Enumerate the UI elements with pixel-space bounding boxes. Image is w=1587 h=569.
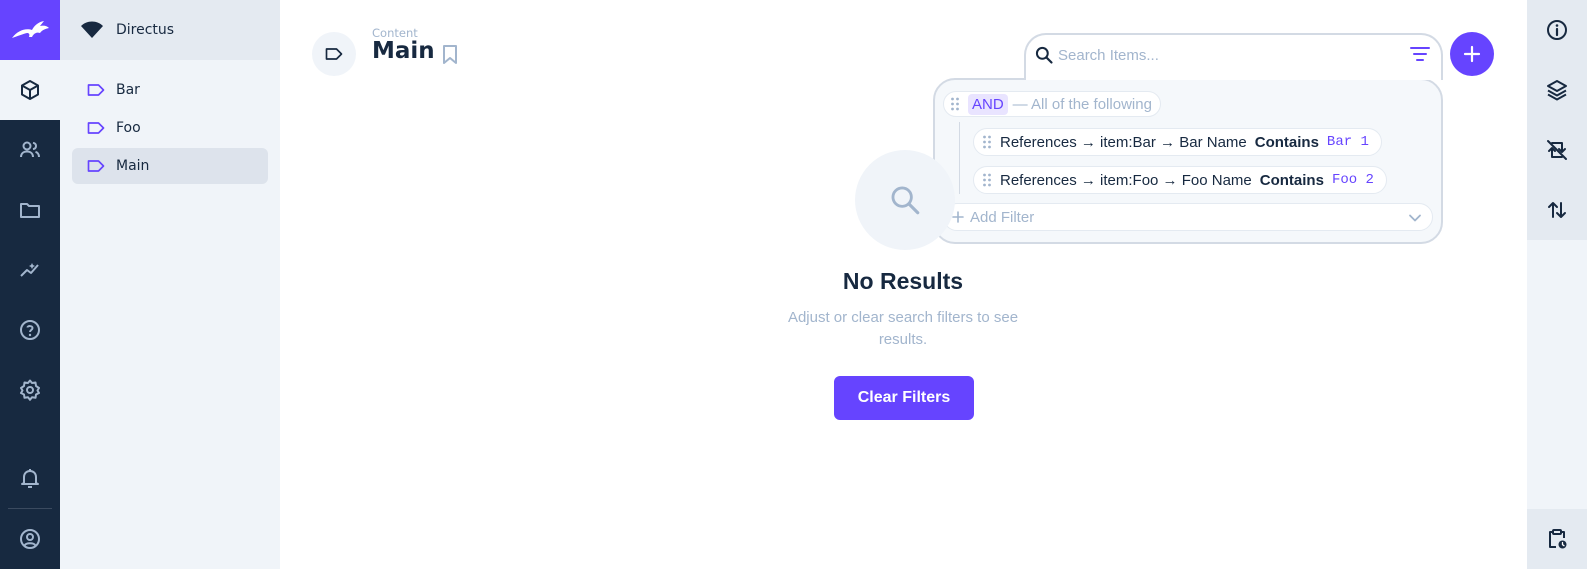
search-input[interactable] [1058,43,1388,67]
filter-rule[interactable]: References → item:Foo → Foo Name Contain… [973,166,1387,194]
nav-item-label: Main [116,158,150,174]
no-results-icon-circle [855,150,955,250]
activity-button[interactable] [1527,509,1587,569]
sync-disabled-button[interactable] [1527,120,1587,180]
filter-rule[interactable]: References → item:Bar → Bar Name Contain… [973,128,1382,156]
user-menu-button[interactable] [0,509,60,569]
info-icon [1547,20,1567,40]
filter-tree-line [959,122,960,194]
collection-icon-button[interactable] [312,32,356,76]
wifi-icon [81,21,103,38]
right-sidebar [1527,0,1587,569]
rabbit-logo-icon [12,21,49,38]
filter-icon [1410,47,1430,61]
label-icon [87,122,105,134]
insights-module-button[interactable] [0,240,60,300]
project-info[interactable]: Directus [60,0,280,60]
nav-item-label: Bar [116,82,140,98]
filter-rule-field[interactable]: References → item:Bar → Bar Name [1000,134,1247,151]
nav-item-bar[interactable]: Bar [72,72,268,108]
filter-rule-field[interactable]: References → item:Foo → Foo Name [1000,172,1252,189]
filter-group-label: — All of the following [1012,95,1152,113]
folder-icon [20,203,40,218]
nav-item-label: Foo [116,120,141,136]
filter-rule-value[interactable]: Foo 2 [1332,172,1374,188]
settings-icon [20,379,40,401]
plus-icon [952,211,964,223]
filter-toggle-button[interactable] [1410,46,1430,62]
label-icon [87,160,105,172]
page-title: Main [372,38,435,64]
help-icon [20,320,40,340]
content-icon [21,80,39,100]
clear-filters-button[interactable]: Clear Filters [834,376,974,420]
notifications-button[interactable] [0,448,60,508]
users-icon [20,141,40,158]
filter-rule-operator[interactable]: Contains [1255,134,1319,151]
label-icon [325,48,343,60]
drag-handle-icon[interactable] [982,135,992,149]
project-name: Directus [116,22,175,38]
nav-item-main[interactable]: Main [72,148,268,184]
files-module-button[interactable] [0,180,60,240]
chevron-down-icon [1409,214,1421,222]
insights-icon [20,263,39,277]
settings-module-button[interactable] [0,360,60,420]
users-module-button[interactable] [0,120,60,180]
empty-state-title: No Results [842,268,964,294]
directus-logo[interactable] [0,0,60,60]
filter-rule-operator[interactable]: Contains [1260,172,1324,189]
content-module-button[interactable] [0,60,60,120]
user-icon [20,529,40,549]
import-export-button[interactable] [1527,180,1587,240]
layers-icon [1547,80,1567,101]
navigation: Directus Bar Foo Main [60,0,280,569]
search-icon [891,186,920,215]
search-icon [1034,45,1054,65]
clipboard-clock-icon [1549,529,1567,549]
logical-operator-chip[interactable]: AND [968,93,1008,115]
add-filter-dropdown[interactable]: Add Filter [943,203,1433,231]
nav-item-foo[interactable]: Foo [72,110,268,146]
drag-handle-icon[interactable] [950,97,960,111]
help-module-button[interactable] [0,300,60,360]
empty-state-description: Adjust or clear search filters to see re… [787,309,1019,348]
module-bar [0,0,60,569]
bookmark-icon [443,45,457,64]
notifications-icon [21,469,39,488]
create-item-button[interactable] [1450,32,1494,76]
drag-handle-icon[interactable] [982,173,992,187]
layout-options-button[interactable] [1527,60,1587,120]
import-export-icon [1548,202,1566,218]
collection-list: Bar Foo Main [60,60,280,198]
filter-rule-value[interactable]: Bar 1 [1327,134,1369,150]
filter-group-row[interactable]: AND — All of the following [943,91,1161,117]
info-button[interactable] [1527,0,1587,60]
add-filter-label: Add Filter [970,208,1035,226]
plus-icon [1463,45,1481,63]
bookmark-button[interactable] [441,44,459,66]
label-icon [87,84,105,96]
sync-disabled-icon [1547,140,1567,160]
